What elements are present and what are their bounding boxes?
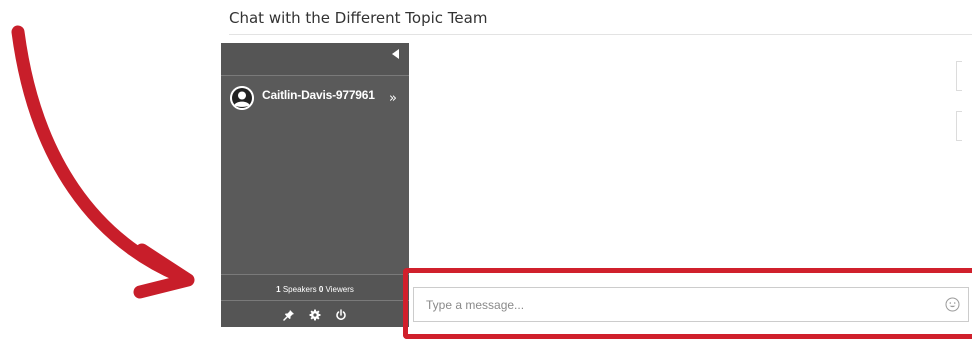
sidebar-footer: 1 Speakers 0 Viewers: [221, 274, 409, 327]
page-title: Chat with the Different Topic Team: [229, 9, 488, 27]
speakers-count: 1: [276, 285, 281, 294]
collapse-sidebar-icon[interactable]: [392, 49, 399, 59]
footer-divider: [221, 300, 409, 301]
chat-sidebar: Caitlin-Davis-977961 » 1 Speakers 0 View…: [221, 43, 409, 327]
power-icon[interactable]: [335, 309, 347, 321]
viewers-label: Viewers: [325, 285, 354, 294]
user-avatar-icon: [230, 86, 254, 110]
message-bubble: [956, 61, 962, 91]
sidebar-header: [221, 43, 409, 76]
title-divider: [229, 34, 972, 35]
emoji-icon[interactable]: [945, 297, 960, 312]
message-bubble: [956, 111, 962, 141]
speakers-label: Speakers: [282, 285, 317, 294]
message-input[interactable]: [413, 287, 969, 322]
annotation-arrow: [11, 25, 195, 299]
expand-user-icon[interactable]: »: [389, 91, 397, 106]
participant-counts: 1 Speakers 0 Viewers: [221, 285, 409, 294]
pin-icon[interactable]: [282, 309, 295, 321]
viewers-count: 0: [318, 285, 324, 294]
user-name: Caitlin-Davis-977961: [262, 88, 375, 102]
footer-toolbar: [221, 306, 409, 321]
gear-icon[interactable]: [309, 309, 321, 321]
user-list-item[interactable]: Caitlin-Davis-977961 »: [221, 81, 409, 113]
avatar: [230, 86, 254, 110]
